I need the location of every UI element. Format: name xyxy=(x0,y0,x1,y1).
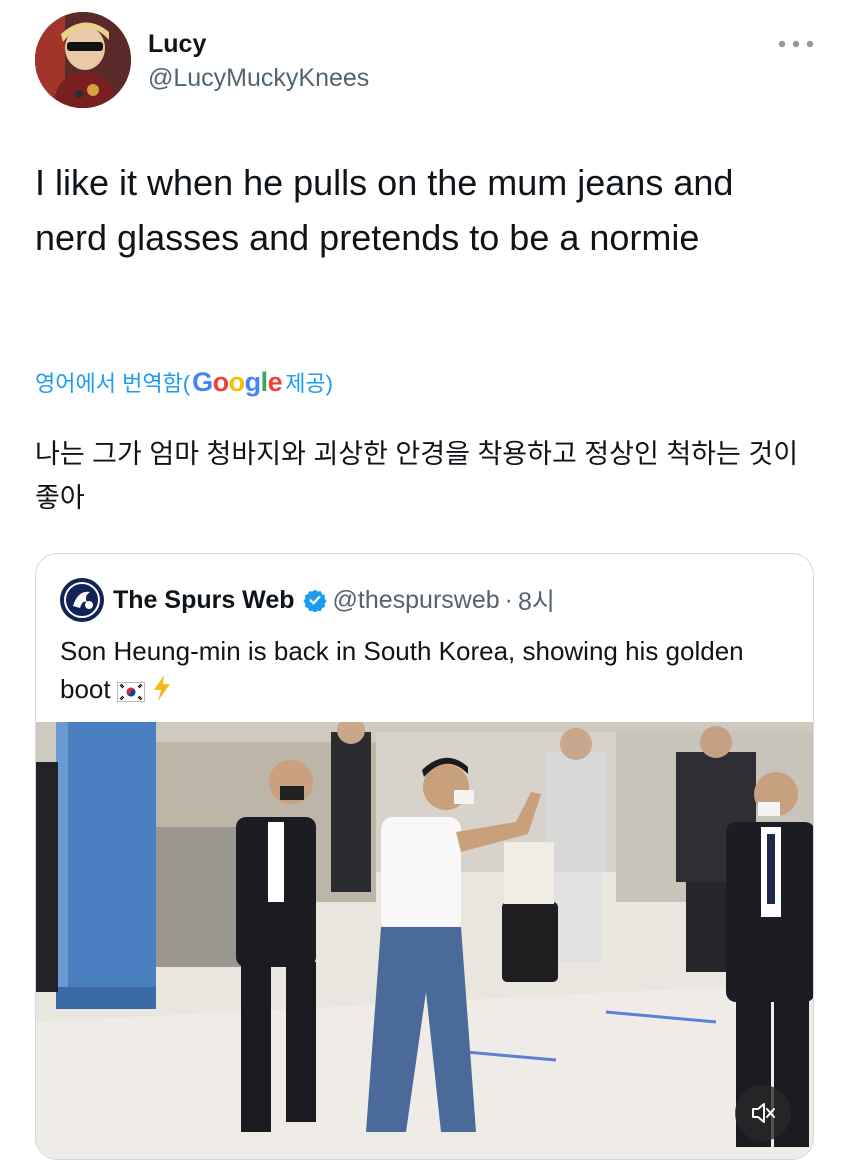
google-logo-text: Google xyxy=(192,366,283,397)
video-frame xyxy=(36,722,813,1159)
quoted-author-name[interactable]: The Spurs Web xyxy=(113,586,295,615)
quoted-tweet-text: Son Heung-min is back in South Korea, sh… xyxy=(60,632,790,712)
translation-suffix: 제공) xyxy=(285,371,333,396)
translation-toggle[interactable]: 영어에서 번역함( Google 제공) xyxy=(35,366,333,398)
author-name[interactable]: Lucy xyxy=(148,30,206,59)
quoted-tweet-header: The Spurs Web @thespursweb · 8시 xyxy=(60,578,555,622)
tweet-text: I like it when he pulls on the mum jeans… xyxy=(35,162,734,258)
speaker-muted-icon xyxy=(749,1099,777,1127)
lightning-bolt-icon xyxy=(151,674,173,712)
separator-dot: · xyxy=(504,585,513,614)
quoted-author-avatar[interactable] xyxy=(60,578,104,622)
more-horizontal-icon[interactable] xyxy=(772,30,820,58)
quoted-tweet-time[interactable]: 8시 xyxy=(518,582,555,618)
author-handle[interactable]: @LucyMuckyKnees xyxy=(148,64,369,93)
mute-toggle-button[interactable] xyxy=(735,1085,791,1141)
translation-prefix: 영어에서 번역함( xyxy=(35,371,191,396)
quoted-tweet-card[interactable]: The Spurs Web @thespursweb · 8시 Son Heun… xyxy=(35,553,814,1160)
translated-text: 나는 그가 엄마 청바지와 괴상한 안경을 착용하고 정상인 척하는 것이 좋아 xyxy=(35,439,799,513)
south-korea-flag-icon xyxy=(116,674,145,712)
author-avatar[interactable] xyxy=(35,12,131,108)
verified-badge-icon xyxy=(302,588,327,612)
video-player[interactable] xyxy=(36,722,813,1159)
quoted-author-handle[interactable]: @thespursweb xyxy=(333,586,500,615)
